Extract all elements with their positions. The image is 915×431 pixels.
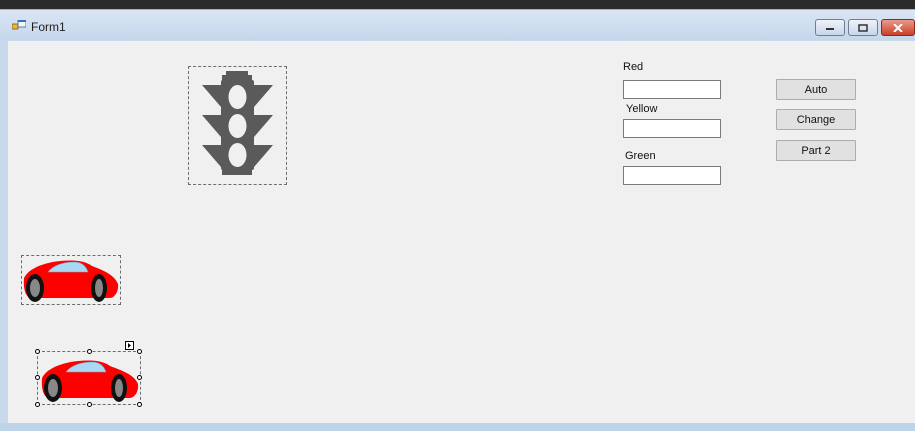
resize-handle[interactable] (137, 349, 142, 354)
red-label: Red (623, 61, 644, 73)
maximize-icon (858, 23, 868, 32)
form-client-area: Red Yellow Green Auto Change Part 2 (8, 41, 915, 424)
chevron-right-icon (128, 343, 131, 348)
close-icon (893, 23, 903, 32)
red-textbox[interactable] (623, 80, 721, 99)
window-title: Form1 (31, 20, 66, 34)
traffic-light-icon (202, 71, 273, 175)
auto-button[interactable]: Auto (776, 79, 856, 100)
yellow-label: Yellow (626, 103, 658, 115)
resize-handle[interactable] (87, 402, 92, 407)
resize-handle[interactable] (137, 375, 142, 380)
resize-handle[interactable] (35, 375, 40, 380)
red-car-icon (23, 260, 119, 302)
yellow-textbox[interactable] (623, 119, 721, 138)
minimize-button[interactable] (815, 19, 845, 36)
minimize-icon (826, 27, 834, 30)
green-label: Green (625, 150, 656, 162)
form-icon (12, 20, 26, 30)
maximize-button[interactable] (848, 19, 878, 36)
title-bar[interactable]: Form1 (0, 10, 915, 40)
resize-handle[interactable] (137, 402, 142, 407)
car-picture-1[interactable] (21, 255, 121, 305)
green-textbox[interactable] (623, 166, 721, 185)
traffic-light-picture[interactable] (188, 66, 287, 185)
smart-tag-glyph[interactable] (125, 341, 134, 350)
resize-handle[interactable] (35, 402, 40, 407)
resize-handle[interactable] (87, 349, 92, 354)
close-button[interactable] (881, 19, 915, 36)
change-button[interactable]: Change (776, 109, 856, 130)
red-car-icon (41, 360, 139, 402)
part-2-button[interactable]: Part 2 (776, 140, 856, 161)
car-picture-2[interactable] (37, 351, 141, 405)
form-window: Form1 Red Yellow Green Auto Change Part … (0, 9, 915, 431)
resize-handle[interactable] (35, 349, 40, 354)
